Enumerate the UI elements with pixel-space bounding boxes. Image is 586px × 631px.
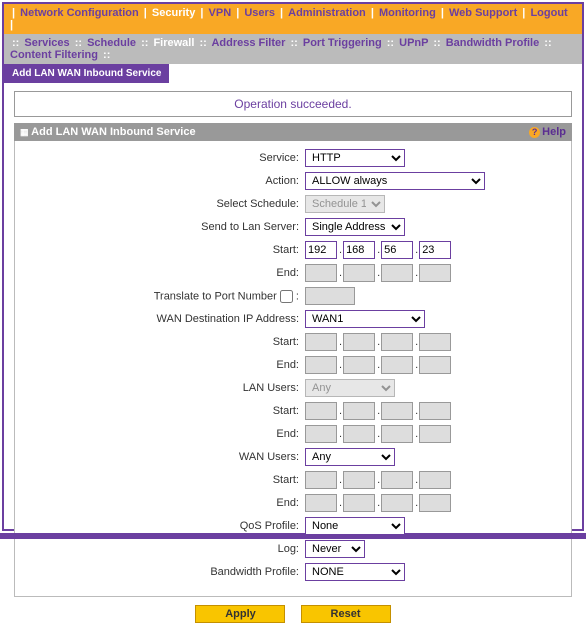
wandest-select[interactable]: WAN1 (305, 310, 425, 328)
wan-start-3 (381, 333, 413, 351)
subnav-firewall[interactable]: Firewall (150, 37, 197, 49)
wan-start-2 (343, 333, 375, 351)
topnav-security[interactable]: Security (152, 7, 195, 19)
lan-start-3 (381, 402, 413, 420)
wanu-end-3 (381, 494, 413, 512)
wan-start-4 (419, 333, 451, 351)
label-wanusers: WAN Users: (25, 451, 305, 463)
wanu-end-4 (419, 494, 451, 512)
status-message: Operation succeeded. (14, 91, 572, 117)
label-wan-start: Start: (25, 336, 305, 348)
label-translate: Translate to Port Number : (25, 290, 305, 303)
lan-end-4 (419, 425, 451, 443)
sub-nav: :: Services :: Schedule :: Firewall :: A… (4, 34, 582, 64)
service-select[interactable]: HTTP (305, 149, 405, 167)
wanu-start-1 (305, 471, 337, 489)
wan-end-2 (343, 356, 375, 374)
qos-select[interactable]: None (305, 517, 405, 535)
end-ip-1 (305, 264, 337, 282)
label-lan-end: End: (25, 428, 305, 440)
subnav-bandwidth-profile[interactable]: Bandwidth Profile (443, 37, 543, 49)
label-qos: QoS Profile: (25, 520, 305, 532)
lan-end-3 (381, 425, 413, 443)
label-log: Log: (25, 543, 305, 555)
subnav-content-filtering[interactable]: Content Filtering (10, 49, 101, 61)
section-header: ▦ Add LAN WAN Inbound Service ?Help (14, 123, 572, 141)
topnav-web-support[interactable]: Web Support (449, 7, 517, 19)
wanu-start-2 (343, 471, 375, 489)
lan-start-4 (419, 402, 451, 420)
label-service: Service: (25, 152, 305, 164)
topnav-users[interactable]: Users (244, 7, 275, 19)
label-wandest: WAN Destination IP Address: (25, 313, 305, 325)
bw-select[interactable]: NONE (305, 563, 405, 581)
translate-checkbox[interactable] (280, 290, 293, 303)
wan-end-1 (305, 356, 337, 374)
label-bw: Bandwidth Profile: (25, 566, 305, 578)
wanu-end-1 (305, 494, 337, 512)
label-schedule: Select Schedule: (25, 198, 305, 210)
label-lanusers: LAN Users: (25, 382, 305, 394)
end-ip-3 (381, 264, 413, 282)
topnav-logout[interactable]: Logout (530, 7, 567, 19)
translate-port (305, 287, 355, 305)
help-link[interactable]: ?Help (529, 126, 566, 138)
wanu-end-2 (343, 494, 375, 512)
label-end-ip: End: (25, 267, 305, 279)
label-sendto: Send to Lan Server: (25, 221, 305, 233)
lan-start-1 (305, 402, 337, 420)
end-ip-4 (419, 264, 451, 282)
end-ip-2 (343, 264, 375, 282)
start-ip-3[interactable] (381, 241, 413, 259)
label-action: Action: (25, 175, 305, 187)
start-ip-4[interactable] (419, 241, 451, 259)
log-select[interactable]: Never (305, 540, 365, 558)
schedule-select: Schedule 1 (305, 195, 385, 213)
action-select[interactable]: ALLOW always (305, 172, 485, 190)
wanu-start-3 (381, 471, 413, 489)
wan-start-1 (305, 333, 337, 351)
sendto-select[interactable]: Single Address (305, 218, 405, 236)
lanusers-select: Any (305, 379, 395, 397)
tab-add-inbound[interactable]: Add LAN WAN Inbound Service (4, 64, 169, 83)
reset-button[interactable]: Reset (301, 605, 391, 623)
label-wan-end: End: (25, 359, 305, 371)
subnav-address-filter[interactable]: Address Filter (209, 37, 289, 49)
label-wanu-end: End: (25, 497, 305, 509)
topnav-network-configuration[interactable]: Network Configuration (20, 7, 139, 19)
label-lan-start: Start: (25, 405, 305, 417)
lan-end-1 (305, 425, 337, 443)
top-nav: | Network Configuration | Security | VPN… (4, 4, 582, 34)
subnav-port-triggering[interactable]: Port Triggering (300, 37, 385, 49)
apply-button[interactable]: Apply (195, 605, 285, 623)
wanusers-select[interactable]: Any (305, 448, 395, 466)
subnav-schedule[interactable]: Schedule (84, 37, 139, 49)
start-ip-2[interactable] (343, 241, 375, 259)
topnav-monitoring[interactable]: Monitoring (379, 7, 436, 19)
wan-end-4 (419, 356, 451, 374)
subnav-upnp[interactable]: UPnP (396, 37, 431, 49)
lan-end-2 (343, 425, 375, 443)
subnav-services[interactable]: Services (21, 37, 72, 49)
label-wanu-start: Start: (25, 474, 305, 486)
topnav-vpn[interactable]: VPN (209, 7, 232, 19)
topnav-administration[interactable]: Administration (288, 7, 366, 19)
lan-start-2 (343, 402, 375, 420)
start-ip-group: ... (305, 241, 561, 259)
start-ip-1[interactable] (305, 241, 337, 259)
wan-end-3 (381, 356, 413, 374)
wanu-start-4 (419, 471, 451, 489)
label-start-ip: Start: (25, 244, 305, 256)
section-title: Add LAN WAN Inbound Service (31, 126, 195, 138)
